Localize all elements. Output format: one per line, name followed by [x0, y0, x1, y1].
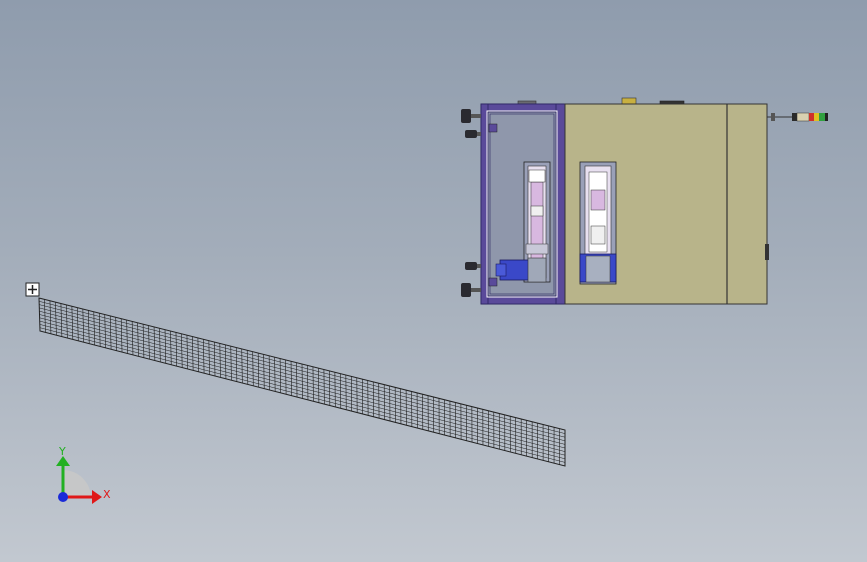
mesh-line: [39, 320, 566, 456]
leveling-foot-bl: [461, 283, 471, 297]
coordinate-triad: Y X: [56, 445, 111, 504]
mesh-line: [39, 317, 566, 452]
mesh-line: [39, 304, 566, 438]
y-axis-label: Y: [58, 445, 66, 458]
mesh-line: [39, 310, 566, 445]
stack-light-icon[interactable]: [767, 112, 828, 122]
model-scene[interactable]: Y X: [0, 0, 867, 562]
mesh-line: [39, 307, 566, 442]
origin-marker-icon[interactable]: [25, 282, 40, 297]
caster-tl: [465, 130, 477, 138]
linear-module-right[interactable]: [579, 161, 617, 285]
x-axis-label: X: [103, 488, 111, 501]
caster-bl: [465, 262, 477, 270]
cabinet-handle: [765, 244, 769, 260]
z-axis-dot: [58, 492, 68, 502]
mesh-grid: [39, 299, 566, 465]
mesh-line: [39, 327, 566, 463]
machine-assembly[interactable]: [461, 97, 828, 305]
servo-motor[interactable]: [495, 257, 547, 283]
leveling-foot-tl: [461, 109, 471, 123]
graphics-viewport[interactable]: Y X: [0, 0, 867, 562]
machine-side-cabinet[interactable]: [726, 103, 768, 305]
mesh-line: [39, 314, 566, 449]
triad-quadrant: [63, 470, 91, 498]
wireframe-mesh[interactable]: [38, 297, 566, 467]
mesh-line: [39, 324, 566, 460]
mesh-line: [39, 301, 566, 434]
